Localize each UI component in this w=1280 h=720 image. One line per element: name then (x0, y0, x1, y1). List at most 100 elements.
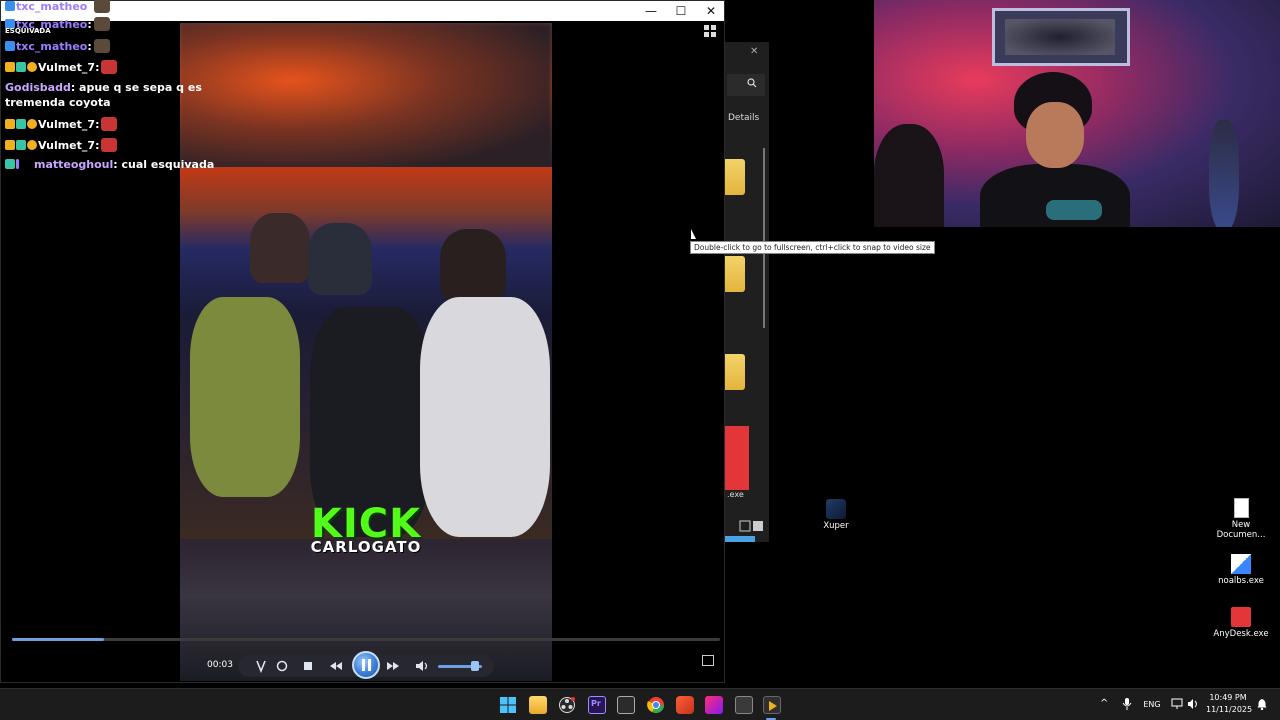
gift-badge-icon (16, 140, 26, 150)
chat-text: : apue q se sepa q es (70, 81, 202, 94)
screen: — ☐ ✕ KICK CARLOGATO 00:03 txc_matheo: t… (0, 0, 1280, 720)
crown-badge-icon (5, 119, 15, 129)
notification-bell-icon[interactable] (1257, 698, 1267, 710)
view-toggle-icon[interactable] (739, 520, 765, 532)
chat-username: matteoghoul (34, 158, 114, 171)
chat-username: txc_matheo (16, 0, 88, 13)
person-silhouette (308, 223, 372, 295)
chrome-icon[interactable] (647, 696, 665, 714)
chat-text: tremenda coyota (5, 96, 111, 109)
chat-username: Vulmet_7 (38, 61, 96, 74)
chat-text: : (95, 61, 100, 74)
fullscreen-button[interactable] (702, 655, 714, 666)
calculator-icon[interactable] (735, 696, 753, 714)
pause-icon (361, 659, 372, 671)
stop-icon[interactable] (300, 658, 316, 674)
explorer-scrollbar[interactable] (763, 148, 765, 328)
tray-overflow-icon[interactable]: ^ (1100, 698, 1108, 709)
face-emote-icon (93, 0, 110, 13)
chat-message: Vulmet_7: (5, 60, 118, 74)
clock-time[interactable]: 10:49 PM (1206, 693, 1250, 702)
file-explorer-icon[interactable] (529, 696, 547, 714)
red-emote-icon (101, 117, 118, 131)
chat-message: txc_matheo: (5, 39, 110, 53)
folder-icon[interactable] (725, 256, 745, 292)
dress-figure (190, 297, 300, 497)
chat-username: Godisbadd (5, 81, 71, 94)
playback-controls (238, 651, 494, 679)
minimize-button[interactable]: — (636, 1, 666, 21)
gift-badge-icon (16, 62, 26, 72)
loop-icon[interactable] (274, 658, 290, 674)
microphone-icon[interactable] (1122, 698, 1132, 710)
folder-icon[interactable] (725, 354, 745, 390)
premiere-pro-icon[interactable]: Pr (588, 696, 606, 714)
explorer-status-strip (725, 536, 755, 542)
guitar (1209, 120, 1239, 227)
desktop-icon-noalbs[interactable]: noalbs.exe (1211, 554, 1271, 586)
face-emote-icon (93, 17, 110, 31)
details-button[interactable]: Details (728, 113, 759, 123)
close-button[interactable]: ✕ (696, 1, 726, 21)
brave-icon[interactable] (676, 696, 694, 714)
bits-badge-icon (16, 159, 19, 169)
explorer-search[interactable] (727, 74, 765, 96)
desktop-icon-new-document[interactable]: New Documen... (1211, 498, 1271, 540)
desktop-icon-label: Xuper (823, 521, 849, 531)
chat-text: : (87, 40, 92, 53)
folder-icon[interactable] (725, 159, 745, 195)
media-player-icon[interactable] (763, 696, 781, 714)
crown-badge-icon (5, 140, 15, 150)
wall-poster (992, 8, 1130, 66)
bits-badge-icon (27, 119, 37, 129)
streamer-tag: CARLOGATO (310, 538, 422, 556)
chat-message: Vulmet_7: (5, 117, 118, 131)
epic-games-icon[interactable] (617, 696, 635, 714)
chat-overlay: txc_matheo: txc_matheo: ESQUIVADA txc_ma… (1, 0, 214, 181)
chat-username: Vulmet_7 (38, 118, 96, 131)
tiktok-live-icon[interactable] (705, 696, 723, 714)
microphone (1046, 200, 1102, 220)
maximize-button[interactable]: ☐ (666, 1, 696, 21)
sub-badge-icon (5, 41, 15, 51)
desktop-icon-anydesk[interactable]: AnyDesk.exe (1211, 607, 1271, 639)
crown-badge-icon (5, 62, 15, 72)
bits-badge-icon (27, 140, 37, 150)
obs-icon[interactable] (558, 696, 576, 714)
language-indicator[interactable]: ENG (1140, 700, 1164, 709)
red-emote-icon (101, 60, 118, 74)
seek-bar[interactable] (12, 638, 720, 641)
ab-repeat-icon[interactable] (253, 658, 269, 674)
seek-progress (12, 638, 104, 641)
red-emote-icon (101, 138, 118, 152)
anydesk-icon (1231, 607, 1251, 627)
background-person (874, 124, 944, 227)
chat-text: : (95, 118, 100, 131)
rewind-icon[interactable] (328, 658, 344, 674)
explorer-close-icon[interactable]: ✕ (750, 46, 758, 57)
compact-view-icon[interactable] (704, 25, 716, 37)
gift-badge-icon (5, 159, 15, 169)
pause-button[interactable] (352, 651, 380, 679)
document-icon (1233, 498, 1249, 518)
chat-message: Godisbadd: apue q se sepa q es (5, 81, 202, 94)
desktop-icon-xuper[interactable]: Xuper (806, 499, 866, 531)
chat-text: : (95, 139, 100, 152)
clock-date[interactable]: 11/11/2025 (1206, 705, 1252, 714)
video-frame[interactable]: KICK CARLOGATO (180, 23, 552, 681)
maximize-icon: ☐ (675, 4, 687, 18)
windows-start-icon[interactable] (499, 696, 517, 714)
player-tooltip: Double-click to go to fullscreen, ctrl+c… (690, 241, 935, 254)
fast-forward-icon[interactable] (385, 658, 401, 674)
file-label: .exe (727, 490, 744, 499)
volume-knob[interactable] (471, 661, 479, 671)
chat-message: ESQUIVADA (5, 27, 51, 35)
chat-message: matteoghoul: cual esquivada (5, 158, 214, 171)
speaker-icon[interactable] (1187, 698, 1199, 710)
media-player-window[interactable]: — ☐ ✕ KICK CARLOGATO 00:03 txc_matheo: t… (0, 0, 725, 683)
anydesk-file-icon[interactable] (725, 426, 749, 490)
volume-icon[interactable] (414, 658, 430, 674)
file-explorer-window[interactable]: ✕ Details .exe (725, 42, 769, 542)
desktop-icon-label: noalbs.exe (1218, 576, 1264, 586)
network-icon[interactable] (1171, 698, 1183, 710)
